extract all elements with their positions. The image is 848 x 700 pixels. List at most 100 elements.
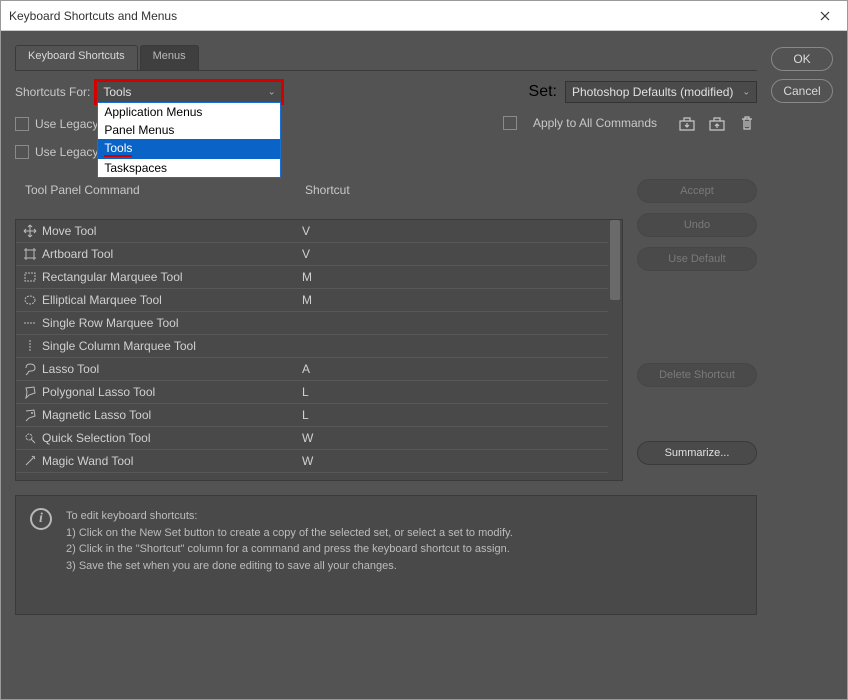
row-shortcut: M <box>298 270 608 284</box>
set-dropdown[interactable]: Photoshop Defaults (modified) ⌄ <box>565 81 757 103</box>
close-icon <box>820 11 830 21</box>
info-line: 1) Click on the New Set button to create… <box>66 525 513 542</box>
row-shortcut: A <box>298 362 608 376</box>
dialog-window: Keyboard Shortcuts and Menus Keyboard Sh… <box>0 0 848 700</box>
delete-set-button[interactable] <box>737 113 757 133</box>
list-inner: Move Tool V Artboard Tool V <box>16 220 608 480</box>
row-shortcut: V <box>298 224 608 238</box>
action-buttons: Accept Undo Use Default Delete Shortcut … <box>637 179 757 481</box>
dialog-body: Keyboard Shortcuts Menus Shortcuts For: … <box>1 31 847 699</box>
col-marquee-icon <box>16 339 38 353</box>
row-name: Magic Wand Tool <box>38 454 298 468</box>
dropdown-option-taskspaces[interactable]: Taskspaces <box>98 159 280 177</box>
row-name: Lasso Tool <box>38 362 298 376</box>
trash-icon <box>740 115 754 131</box>
set-value: Photoshop Defaults (modified) <box>572 85 733 99</box>
info-icon: i <box>30 508 52 530</box>
new-set-button[interactable] <box>677 113 697 133</box>
table-row[interactable]: Rectangular Marquee Tool M <box>16 266 608 289</box>
row-name: Artboard Tool <box>38 247 298 261</box>
table-row[interactable]: Magic Wand Tool W <box>16 450 608 473</box>
save-up-icon <box>708 115 726 131</box>
summarize-button[interactable]: Summarize... <box>637 441 757 465</box>
row-name: Single Column Marquee Tool <box>38 339 298 353</box>
row-shortcut: W <box>298 431 608 445</box>
dropdown-option-tools[interactable]: Tools <box>98 139 280 159</box>
row-shortcut: L <box>298 408 608 422</box>
row-shortcut: W <box>298 454 608 468</box>
use-default-button[interactable]: Use Default <box>637 247 757 271</box>
tab-keyboard-shortcuts[interactable]: Keyboard Shortcuts <box>15 45 138 70</box>
shortcuts-for-label: Shortcuts For: <box>15 85 90 99</box>
magic-wand-icon <box>16 454 38 468</box>
top-left: Shortcuts For: Tools ⌄ Application Menus… <box>15 81 282 167</box>
row-name: Polygonal Lasso Tool <box>38 385 298 399</box>
grid-left: Tool Panel Command Shortcut Move Tool V <box>15 179 623 481</box>
tab-menus[interactable]: Menus <box>140 45 199 70</box>
table-row[interactable]: Single Row Marquee Tool <box>16 312 608 335</box>
set-actions-row: Apply to All Commands <box>503 113 757 133</box>
set-row: Set: Photoshop Defaults (modified) ⌄ <box>529 81 757 103</box>
lasso-icon <box>16 362 38 376</box>
row-name: Magnetic Lasso Tool <box>38 408 298 422</box>
row-name: Rectangular Marquee Tool <box>38 270 298 284</box>
scrollbar-thumb[interactable] <box>610 220 620 300</box>
tab-bar: Keyboard Shortcuts Menus <box>15 45 757 71</box>
accept-button[interactable]: Accept <box>637 179 757 203</box>
row-marquee-icon <box>16 316 38 330</box>
shortcuts-for-dropdown[interactable]: Tools ⌄ Application Menus Panel Menus To… <box>96 81 282 103</box>
legacy-undo-checkbox[interactable] <box>15 117 29 131</box>
shortcut-list[interactable]: Move Tool V Artboard Tool V <box>15 219 623 481</box>
shortcuts-for-dropdown-list: Application Menus Panel Menus Tools Task… <box>97 102 281 178</box>
apply-all-checkbox[interactable] <box>503 116 517 130</box>
table-row[interactable]: Polygonal Lasso Tool L <box>16 381 608 404</box>
table-row[interactable]: Magnetic Lasso Tool L <box>16 404 608 427</box>
close-button[interactable] <box>802 1 847 31</box>
apply-all-label: Apply to All Commands <box>533 116 657 130</box>
titlebar: Keyboard Shortcuts and Menus <box>1 1 847 31</box>
table-row[interactable]: Quick Selection Tool W <box>16 427 608 450</box>
legacy-channel-checkbox[interactable] <box>15 145 29 159</box>
tab-content: Shortcuts For: Tools ⌄ Application Menus… <box>15 71 757 615</box>
top-right: Set: Photoshop Defaults (modified) ⌄ App… <box>503 81 757 133</box>
table-row[interactable]: Artboard Tool V <box>16 243 608 266</box>
save-set-button[interactable] <box>707 113 727 133</box>
undo-button[interactable]: Undo <box>637 213 757 237</box>
column-header-shortcut: Shortcut <box>305 183 615 197</box>
row-shortcut: L <box>298 385 608 399</box>
dropdown-option-panel-menus[interactable]: Panel Menus <box>98 121 280 139</box>
list-scrollbar[interactable] <box>608 220 622 480</box>
magnetic-lasso-icon <box>16 408 38 422</box>
main-panel: Keyboard Shortcuts Menus Shortcuts For: … <box>15 45 757 685</box>
dropdown-option-application-menus[interactable]: Application Menus <box>98 103 280 121</box>
row-shortcut: V <box>298 247 608 261</box>
column-headers: Tool Panel Command Shortcut <box>15 179 623 201</box>
table-row[interactable]: Move Tool V <box>16 220 608 243</box>
info-line: 3) Save the set when you are done editin… <box>66 558 513 575</box>
cancel-button[interactable]: Cancel <box>771 79 833 103</box>
artboard-icon <box>16 247 38 261</box>
row-name: Single Row Marquee Tool <box>38 316 298 330</box>
chevron-down-icon: ⌄ <box>268 87 276 98</box>
row-name: Move Tool <box>38 224 298 238</box>
table-row[interactable]: Single Column Marquee Tool <box>16 335 608 358</box>
set-label: Set: <box>529 83 557 101</box>
poly-lasso-icon <box>16 385 38 399</box>
window-title: Keyboard Shortcuts and Menus <box>9 9 177 23</box>
side-buttons: OK Cancel <box>771 45 833 685</box>
grid-area: Tool Panel Command Shortcut Move Tool V <box>15 179 757 481</box>
info-text: To edit keyboard shortcuts: 1) Click on … <box>66 508 513 602</box>
info-line: 2) Click in the "Shortcut" column for a … <box>66 541 513 558</box>
table-row[interactable]: Elliptical Marquee Tool M <box>16 289 608 312</box>
row-shortcut: M <box>298 293 608 307</box>
top-row: Shortcuts For: Tools ⌄ Application Menus… <box>15 81 757 167</box>
info-line: To edit keyboard shortcuts: <box>66 508 513 525</box>
shortcuts-for-value: Tools <box>103 85 131 99</box>
rect-marquee-icon <box>16 270 38 284</box>
table-row[interactable]: Lasso Tool A <box>16 358 608 381</box>
ok-button[interactable]: OK <box>771 47 833 71</box>
row-name: Quick Selection Tool <box>38 431 298 445</box>
delete-shortcut-button[interactable]: Delete Shortcut <box>637 363 757 387</box>
spacer <box>637 397 757 431</box>
save-down-icon <box>678 115 696 131</box>
